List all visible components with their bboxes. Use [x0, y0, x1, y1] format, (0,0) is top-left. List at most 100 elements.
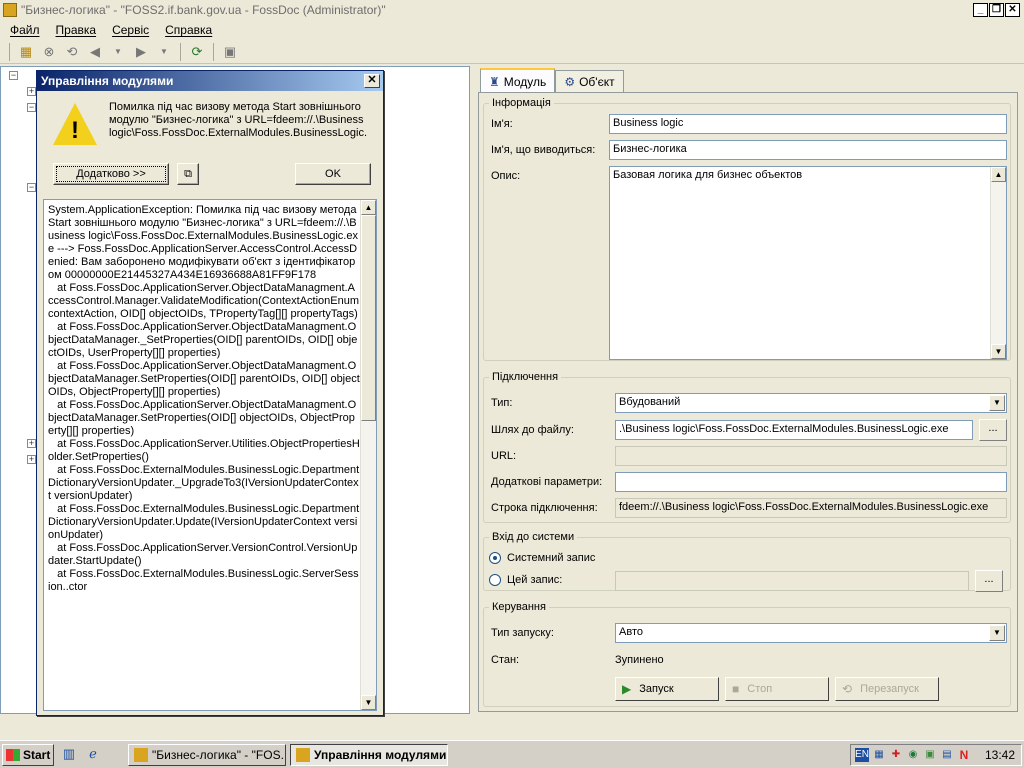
- taskbar-item-fossdoc[interactable]: "Бизнес-логика" - "FOS...: [128, 743, 286, 766]
- forward-dropdown-icon[interactable]: ▼: [154, 42, 174, 62]
- database-icon[interactable]: ▤: [940, 748, 954, 762]
- stop-icon: ■: [732, 682, 740, 696]
- minimize-button[interactable]: _: [973, 2, 988, 17]
- tree-collapse-icon[interactable]: −: [27, 183, 36, 192]
- disconnect-icon[interactable]: ⊗: [39, 42, 59, 62]
- window-title: "Бизнес-логика" - "FOSS2.if.bank.gov.ua …: [21, 2, 386, 17]
- module-manager-dialog: Управління модулями ✕ ! Помилка під час …: [36, 70, 384, 716]
- n-app-icon[interactable]: N: [957, 748, 971, 762]
- start-type-label: Тип запуску:: [491, 627, 554, 639]
- this-account-label[interactable]: Цей запис:: [507, 574, 562, 586]
- tab-page-module: Інформація Ім'я: Business logic Ім'я, що…: [478, 92, 1018, 712]
- menu-edit[interactable]: Правка: [56, 23, 97, 37]
- tree-collapse-icon[interactable]: −: [27, 103, 36, 112]
- forward-icon[interactable]: ▶: [131, 42, 151, 62]
- stop-button[interactable]: ■ Стоп: [725, 677, 829, 701]
- scroll-down-icon[interactable]: ▼: [991, 344, 1006, 359]
- extra-params-input[interactable]: [615, 472, 1007, 492]
- display-name-label: Ім'я, що виводиться:: [491, 144, 596, 156]
- back-icon[interactable]: ◀: [85, 42, 105, 62]
- start-button[interactable]: ▶ Запуск: [615, 677, 719, 701]
- taskbar: Start ▥ ℯ "Бизнес-логика" - "FOS... Упра…: [0, 740, 1024, 768]
- error-details-text: System.ApplicationException: Помилка під…: [48, 204, 360, 593]
- stop-button-label: Стоп: [747, 683, 773, 695]
- tray-app-icon[interactable]: ✚: [889, 748, 903, 762]
- tree-expand-icon[interactable]: +: [27, 87, 36, 96]
- toolbar-grip: [9, 42, 10, 61]
- warning-exclamation-icon: !: [71, 117, 79, 144]
- error-message: Помилка під час визову метода Start зовн…: [109, 101, 367, 139]
- this-account-radio[interactable]: [489, 574, 501, 586]
- close-window-button[interactable]: ✕: [1005, 2, 1020, 17]
- app-icon: [3, 2, 17, 17]
- ok-button[interactable]: OK: [295, 163, 371, 185]
- name-label: Ім'я:: [491, 118, 513, 130]
- module-icon: ♜: [489, 74, 500, 89]
- security-icon[interactable]: ◉: [906, 748, 920, 762]
- chevron-down-icon[interactable]: ▼: [989, 395, 1005, 411]
- tree-collapse-icon[interactable]: −: [9, 71, 18, 80]
- language-indicator[interactable]: EN: [855, 748, 869, 762]
- system-tray: EN ▦ ✚ ◉ ▣ ▤ N 13:42: [850, 744, 1022, 766]
- copy-icon[interactable]: ⧉: [177, 163, 199, 185]
- type-select[interactable]: Вбудований ▼: [615, 393, 1007, 413]
- description-textarea[interactable]: Базовая логика для бизнес объектов ▲ ▼: [609, 166, 1007, 360]
- taskbar-item-modules[interactable]: Управління модулями: [290, 743, 448, 766]
- dialog-close-button[interactable]: ✕: [364, 74, 380, 88]
- chevron-down-icon[interactable]: ▼: [989, 625, 1005, 641]
- sync-icon[interactable]: ⟲: [62, 42, 82, 62]
- show-desktop-icon[interactable]: ▥: [60, 746, 78, 764]
- details-button[interactable]: Додатково >>: [53, 163, 169, 185]
- restart-button[interactable]: ⟲ Перезапуск: [835, 677, 939, 701]
- scroll-thumb[interactable]: [361, 215, 376, 421]
- back-dropdown-icon[interactable]: ▼: [108, 42, 128, 62]
- start-button[interactable]: Start: [2, 743, 54, 766]
- save-icon[interactable]: ▣: [220, 42, 240, 62]
- type-value: Вбудований: [619, 396, 681, 408]
- internet-explorer-icon[interactable]: ℯ: [84, 746, 102, 764]
- system-account-label[interactable]: Системний запис: [507, 552, 595, 564]
- toolbar-separator: [180, 42, 181, 61]
- properties-pane: ♜ Модуль ⚙ Об'єкт Інформація Ім'я: Busin…: [474, 66, 1022, 714]
- name-input[interactable]: Business logic: [609, 114, 1007, 134]
- scroll-up-icon[interactable]: ▲: [361, 200, 376, 215]
- error-details-box[interactable]: System.ApplicationException: Помилка під…: [43, 199, 377, 711]
- state-label: Стан:: [491, 654, 520, 666]
- restart-button-label: Перезапуск: [860, 683, 919, 695]
- menu-help[interactable]: Справка: [165, 23, 212, 37]
- scroll-down-icon[interactable]: ▼: [361, 695, 376, 710]
- url-input[interactable]: [615, 446, 1007, 466]
- type-label: Тип:: [491, 397, 513, 409]
- tab-module[interactable]: ♜ Модуль: [480, 68, 556, 93]
- monitor-icon[interactable]: ▣: [923, 748, 937, 762]
- tree-expand-icon[interactable]: +: [27, 455, 36, 464]
- display-name-input[interactable]: Бизнес-логика: [609, 140, 1007, 160]
- tab-object[interactable]: ⚙ Об'єкт: [555, 70, 624, 92]
- clock: 13:42: [984, 748, 1015, 762]
- description-scrollbar[interactable]: ▲ ▼: [990, 167, 1006, 359]
- file-path-input[interactable]: .\Business logic\Foss.FossDoc.ExternalMo…: [615, 420, 973, 440]
- menu-bar: Файл Правка Сервіс Справка: [0, 20, 1024, 40]
- fossdoc-icon: [296, 747, 310, 762]
- network-icon[interactable]: ▦: [872, 748, 886, 762]
- system-account-radio[interactable]: [489, 552, 501, 564]
- description-label: Опис:: [491, 170, 521, 182]
- browse-file-button[interactable]: ...: [979, 419, 1007, 441]
- restore-button[interactable]: ❐: [989, 2, 1004, 17]
- url-label: URL:: [491, 450, 517, 462]
- toolbar-separator: [213, 42, 214, 61]
- refresh-icon[interactable]: ⟳: [187, 42, 207, 62]
- tree-expand-icon[interactable]: +: [27, 439, 36, 448]
- dialog-title: Управління модулями: [41, 74, 174, 88]
- connection-string-input[interactable]: fdeem://.\Business logic\Foss.FossDoc.Ex…: [615, 498, 1007, 518]
- details-scrollbar[interactable]: ▲ ▼: [360, 200, 376, 710]
- scroll-up-icon[interactable]: ▲: [991, 167, 1006, 182]
- browse-account-button[interactable]: ...: [975, 570, 1003, 592]
- state-value: Зупинено: [615, 654, 664, 666]
- start-type-select[interactable]: Авто ▼: [615, 623, 1007, 643]
- this-account-input[interactable]: [615, 571, 969, 591]
- menu-file[interactable]: Файл: [10, 23, 40, 37]
- task-label: Управління модулями: [314, 747, 447, 762]
- menu-service[interactable]: Сервіс: [112, 23, 149, 37]
- modules-icon[interactable]: ▦: [16, 42, 36, 62]
